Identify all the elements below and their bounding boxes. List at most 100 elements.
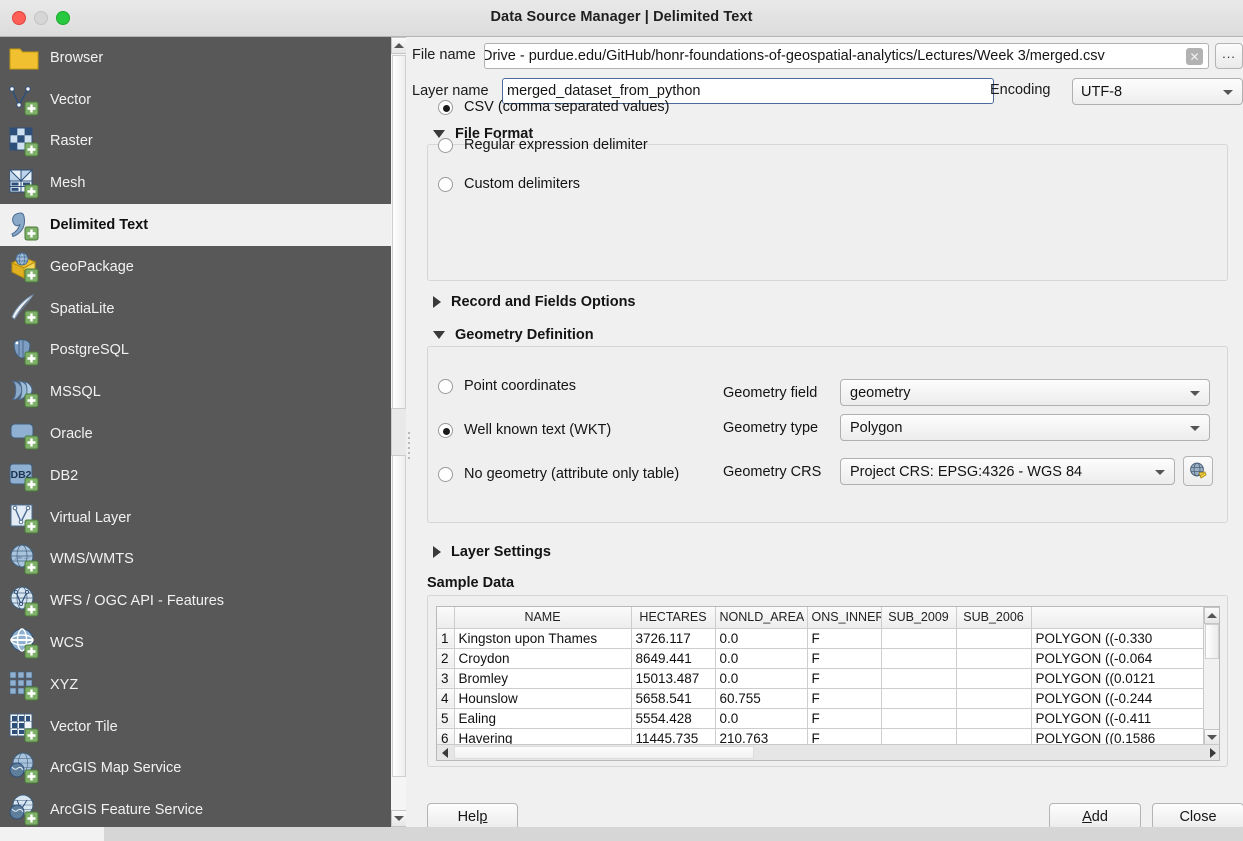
sidebar-item-virtual-layer[interactable]: Virtual Layer [0,497,391,539]
table-cell[interactable]: F [807,648,881,668]
table-cell[interactable]: POLYGON ((-0.064 [1031,648,1205,668]
table-cell[interactable] [881,628,956,648]
layer-settings-section-header[interactable]: Layer Settings [427,542,551,562]
table-cell[interactable] [956,708,1031,728]
table-cell[interactable]: POLYGON ((-0.330 [1031,628,1205,648]
sidebar-item-oracle[interactable]: Oracle [0,413,391,455]
table-cell[interactable]: POLYGON ((-0.244 [1031,688,1205,708]
table-cell[interactable]: POLYGON ((-0.411 [1031,708,1205,728]
browse-file-button[interactable]: ... [1215,43,1243,69]
add-button[interactable]: Add [1049,803,1141,830]
table-cell[interactable]: 8649.441 [631,648,715,668]
sidebar-item-delimited-text[interactable]: Delimited Text [0,204,391,246]
sidebar-item-vector-tile[interactable]: Vector Tile [0,706,391,748]
radio-no-geometry[interactable]: No geometry (attribute only table) [438,464,679,484]
source-type-sidebar[interactable]: Browser Vector Raster [0,37,391,827]
table-cell[interactable]: 0.0 [715,628,807,648]
table-cell[interactable]: 5658.541 [631,688,715,708]
table-vertical-scroll-thumb[interactable] [1205,624,1219,659]
table-cell[interactable]: 0.0 [715,708,807,728]
table-cell[interactable]: Bromley [454,668,631,688]
table-cell[interactable]: F [807,628,881,648]
table-row[interactable]: 5Ealing5554.4280.0FPOLYGON ((-0.411 [437,708,1205,728]
table-cell[interactable]: 60.755 [715,688,807,708]
radio-regex-delimiter[interactable]: Regular expression delimiter [438,135,648,155]
table-cell[interactable]: F [807,708,881,728]
file-name-input[interactable]: Drive - purdue.edu/GitHub/honr-foundatio… [484,43,1209,69]
row-number-cell[interactable]: 3 [437,668,454,688]
column-header-rownum[interactable] [437,607,454,628]
table-cell[interactable] [881,688,956,708]
table-row[interactable]: 1Kingston upon Thames3726.1170.0F POLYGON… [437,628,1205,648]
table-cell[interactable] [881,648,956,668]
column-header-hectares[interactable]: HECTARES [631,607,715,628]
sidebar-item-xyz[interactable]: XYZ [0,664,391,706]
sidebar-item-raster[interactable]: Raster [0,121,391,163]
sidebar-scroll-up-button[interactable] [391,37,407,54]
radio-well-known-text[interactable]: Well known text (WKT) [438,420,611,440]
row-number-cell[interactable]: 1 [437,628,454,648]
table-cell[interactable]: 15013.487 [631,668,715,688]
table-cell[interactable] [956,628,1031,648]
table-cell[interactable]: F [807,688,881,708]
sidebar-scroll-down-button[interactable] [391,810,407,827]
help-button[interactable]: Help [427,803,518,830]
row-number-cell[interactable]: 4 [437,688,454,708]
table-horizontal-scroll-thumb[interactable] [454,746,754,759]
close-button[interactable]: Close [1152,803,1243,830]
table-row[interactable]: 4Hounslow5658.54160.755F POLYGON ((-0.244 [437,688,1205,708]
geometry-crs-select[interactable]: Project CRS: EPSG:4326 - WGS 84 [840,458,1175,485]
encoding-select[interactable]: UTF-8 [1072,78,1243,105]
table-cell[interactable] [881,708,956,728]
table-cell[interactable] [956,688,1031,708]
sidebar-item-wfs-ogc-api-features[interactable]: WFS / OGC API - Features [0,580,391,622]
radio-csv[interactable]: CSV (comma separated values) [438,97,670,117]
column-header-ons-inner[interactable]: ONS_INNER [807,607,881,628]
column-header-sub-2009[interactable]: SUB_2009 [881,607,956,628]
table-scroll-up-button[interactable] [1204,607,1220,624]
sidebar-item-browser[interactable]: Browser [0,37,391,79]
sidebar-item-mssql[interactable]: MSSQL [0,371,391,413]
table-cell[interactable]: 0.0 [715,668,807,688]
column-header-nonld-area[interactable]: NONLD_AREA [715,607,807,628]
geometry-definition-section-header[interactable]: Geometry Definition [427,325,594,345]
radio-point-coordinates[interactable]: Point coordinates [438,376,576,396]
table-cell[interactable]: 3726.117 [631,628,715,648]
column-header-geometry[interactable] [1031,607,1205,628]
table-cell[interactable]: 5554.428 [631,708,715,728]
radio-custom-delimiters[interactable]: Custom delimiters [438,174,580,194]
geometry-field-select[interactable]: geometry [840,379,1210,406]
sidebar-item-arcgis-map-service[interactable]: ArcGIS Map Service [0,748,391,790]
table-horizontal-scrollbar[interactable] [437,744,1220,760]
sidebar-item-wms-wmts[interactable]: WMS/WMTS [0,539,391,581]
table-scroll-right-button[interactable] [1205,745,1220,760]
table-cell[interactable]: POLYGON ((0.0121 [1031,668,1205,688]
table-cell[interactable]: F [807,668,881,688]
table-row[interactable]: 2Croydon8649.4410.0F POLYGON ((-0.064 [437,648,1205,668]
geometry-type-select[interactable]: Polygon [840,414,1210,441]
sidebar-item-vector[interactable]: Vector [0,79,391,121]
sidebar-item-db2[interactable]: DB2 DB2 [0,455,391,497]
clear-icon[interactable]: ✕ [1186,48,1203,65]
select-crs-button[interactable] [1183,456,1213,486]
panel-resize-handle[interactable] [391,408,407,456]
table-cell[interactable]: Hounslow [454,688,631,708]
row-number-cell[interactable]: 2 [437,648,454,668]
table-cell[interactable]: Croydon [454,648,631,668]
table-cell[interactable]: Kingston upon Thames [454,628,631,648]
sidebar-item-postgresql[interactable]: PostgreSQL [0,330,391,372]
table-cell[interactable] [956,668,1031,688]
sidebar-item-mesh[interactable]: Mesh [0,162,391,204]
sidebar-item-arcgis-feature-service[interactable]: ArcGIS Feature Service [0,789,391,827]
table-vertical-scrollbar[interactable] [1203,607,1219,746]
column-header-name[interactable]: NAME [454,607,631,628]
table-row[interactable]: 3Bromley15013.4870.0F POLYGON ((0.0121 [437,668,1205,688]
sidebar-item-wcs[interactable]: WCS [0,622,391,664]
table-cell[interactable]: 0.0 [715,648,807,668]
table-cell[interactable] [956,648,1031,668]
table-scroll-left-button[interactable] [437,745,453,760]
table-cell[interactable]: Ealing [454,708,631,728]
table-cell[interactable] [881,668,956,688]
column-header-sub-2006[interactable]: SUB_2006 [956,607,1031,628]
sidebar-item-spatialite[interactable]: SpatiaLite [0,288,391,330]
